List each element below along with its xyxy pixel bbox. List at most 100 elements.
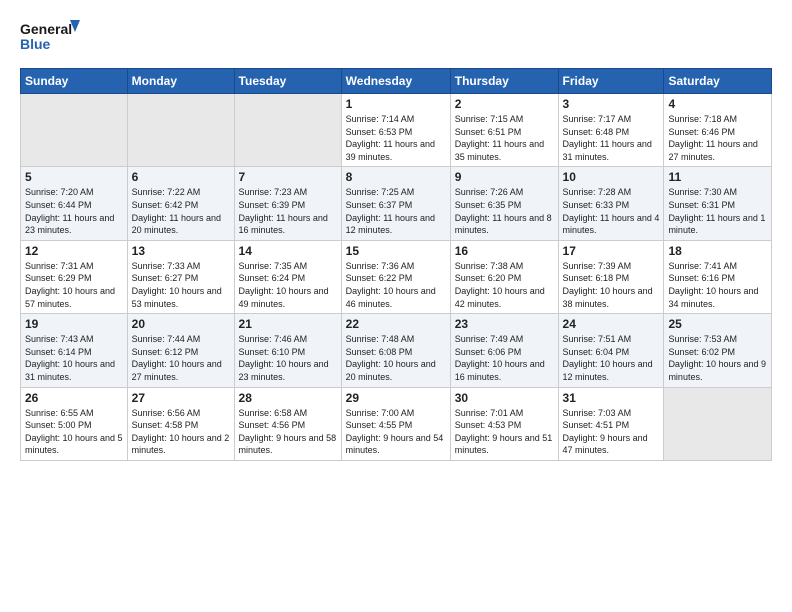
calendar-cell: 23Sunrise: 7:49 AM Sunset: 6:06 PM Dayli… bbox=[450, 314, 558, 387]
calendar-cell: 11 Sunrise: 7:30 AM Sunset: 6:31 PM Dayli… bbox=[664, 167, 772, 240]
cell-content: Sunrise: 7:53 AM Sunset: 6:02 PM Dayligh… bbox=[668, 333, 767, 383]
calendar-cell: 8 Sunrise: 7:25 AM Sunset: 6:37 PM Daylig… bbox=[341, 167, 450, 240]
day-number: 8 bbox=[346, 170, 446, 184]
svg-text:General: General bbox=[20, 21, 72, 37]
cell-content: Sunrise: 7:28 AM Sunset: 6:33 PM Dayligh… bbox=[563, 186, 660, 236]
cell-content: Sunrise: 7:46 AM Sunset: 6:10 PM Dayligh… bbox=[239, 333, 337, 383]
calendar-cell: 16 Sunrise: 7:38 AM Sunset: 6:20 PM Dayli… bbox=[450, 240, 558, 313]
day-number: 30 bbox=[455, 391, 554, 405]
calendar-cell: 12 Sunrise: 7:31 AM Sunset: 6:29 PM Dayli… bbox=[21, 240, 128, 313]
svg-text:Blue: Blue bbox=[20, 36, 51, 52]
calendar-cell: 14 Sunrise: 7:35 AM Sunset: 6:24 PM Dayli… bbox=[234, 240, 341, 313]
week-row-1: 1 Sunrise: 7:14 AM Sunset: 6:53 PM Daylig… bbox=[21, 94, 772, 167]
cell-content: Sunrise: 7:20 AM Sunset: 6:44 PM Dayligh… bbox=[25, 186, 123, 236]
cell-content: Sunrise: 7:35 AM Sunset: 6:24 PM Dayligh… bbox=[239, 260, 337, 310]
cell-content: Sunrise: 7:48 AM Sunset: 6:08 PM Dayligh… bbox=[346, 333, 446, 383]
cell-content: Sunrise: 7:00 AM Sunset: 4:55 PM Dayligh… bbox=[346, 407, 446, 457]
header: General Blue bbox=[20, 16, 772, 60]
calendar: SundayMondayTuesdayWednesdayThursdayFrid… bbox=[20, 68, 772, 461]
day-number: 17 bbox=[563, 244, 660, 258]
calendar-cell bbox=[127, 94, 234, 167]
week-row-3: 12 Sunrise: 7:31 AM Sunset: 6:29 PM Dayli… bbox=[21, 240, 772, 313]
weekday-header-thursday: Thursday bbox=[450, 69, 558, 94]
day-number: 29 bbox=[346, 391, 446, 405]
calendar-cell: 13 Sunrise: 7:33 AM Sunset: 6:27 PM Dayli… bbox=[127, 240, 234, 313]
cell-content: Sunrise: 7:15 AM Sunset: 6:51 PM Dayligh… bbox=[455, 113, 554, 163]
calendar-cell: 25Sunrise: 7:53 AM Sunset: 6:02 PM Dayli… bbox=[664, 314, 772, 387]
calendar-cell: 10 Sunrise: 7:28 AM Sunset: 6:33 PM Dayli… bbox=[558, 167, 664, 240]
cell-content: Sunrise: 7:33 AM Sunset: 6:27 PM Dayligh… bbox=[132, 260, 230, 310]
cell-content: Sunrise: 7:31 AM Sunset: 6:29 PM Dayligh… bbox=[25, 260, 123, 310]
cell-content: Sunrise: 6:58 AM Sunset: 4:56 PM Dayligh… bbox=[239, 407, 337, 457]
day-number: 2 bbox=[455, 97, 554, 111]
day-number: 21 bbox=[239, 317, 337, 331]
weekday-header-saturday: Saturday bbox=[664, 69, 772, 94]
calendar-cell: 3 Sunrise: 7:17 AM Sunset: 6:48 PM Daylig… bbox=[558, 94, 664, 167]
cell-content: Sunrise: 7:14 AM Sunset: 6:53 PM Dayligh… bbox=[346, 113, 446, 163]
cell-content: Sunrise: 6:56 AM Sunset: 4:58 PM Dayligh… bbox=[132, 407, 230, 457]
day-number: 14 bbox=[239, 244, 337, 258]
calendar-cell: 26 Sunrise: 6:55 AM Sunset: 5:00 PM Dayli… bbox=[21, 387, 128, 460]
weekday-header-tuesday: Tuesday bbox=[234, 69, 341, 94]
day-number: 3 bbox=[563, 97, 660, 111]
cell-content: Sunrise: 7:25 AM Sunset: 6:37 PM Dayligh… bbox=[346, 186, 446, 236]
cell-content: Sunrise: 7:38 AM Sunset: 6:20 PM Dayligh… bbox=[455, 260, 554, 310]
calendar-cell: 22Sunrise: 7:48 AM Sunset: 6:08 PM Dayli… bbox=[341, 314, 450, 387]
calendar-cell: 30Sunrise: 7:01 AM Sunset: 4:53 PM Dayli… bbox=[450, 387, 558, 460]
cell-content: Sunrise: 7:03 AM Sunset: 4:51 PM Dayligh… bbox=[563, 407, 660, 457]
day-number: 16 bbox=[455, 244, 554, 258]
calendar-cell: 5 Sunrise: 7:20 AM Sunset: 6:44 PM Daylig… bbox=[21, 167, 128, 240]
weekday-header-wednesday: Wednesday bbox=[341, 69, 450, 94]
weekday-header-sunday: Sunday bbox=[21, 69, 128, 94]
calendar-cell: 9Sunrise: 7:26 AM Sunset: 6:35 PM Daylig… bbox=[450, 167, 558, 240]
day-number: 18 bbox=[668, 244, 767, 258]
day-number: 7 bbox=[239, 170, 337, 184]
cell-content: Sunrise: 7:17 AM Sunset: 6:48 PM Dayligh… bbox=[563, 113, 660, 163]
day-number: 19 bbox=[25, 317, 123, 331]
calendar-cell: 2 Sunrise: 7:15 AM Sunset: 6:51 PM Daylig… bbox=[450, 94, 558, 167]
calendar-cell: 19 Sunrise: 7:43 AM Sunset: 6:14 PM Dayli… bbox=[21, 314, 128, 387]
cell-content: Sunrise: 7:51 AM Sunset: 6:04 PM Dayligh… bbox=[563, 333, 660, 383]
day-number: 27 bbox=[132, 391, 230, 405]
day-number: 12 bbox=[25, 244, 123, 258]
calendar-cell: 6Sunrise: 7:22 AM Sunset: 6:42 PM Daylig… bbox=[127, 167, 234, 240]
day-number: 26 bbox=[25, 391, 123, 405]
calendar-cell: 28 Sunrise: 6:58 AM Sunset: 4:56 PM Dayli… bbox=[234, 387, 341, 460]
calendar-cell: 29 Sunrise: 7:00 AM Sunset: 4:55 PM Dayli… bbox=[341, 387, 450, 460]
calendar-cell: 17 Sunrise: 7:39 AM Sunset: 6:18 PM Dayli… bbox=[558, 240, 664, 313]
cell-content: Sunrise: 7:30 AM Sunset: 6:31 PM Dayligh… bbox=[668, 186, 767, 236]
day-number: 11 bbox=[668, 170, 767, 184]
calendar-cell: 20 Sunrise: 7:44 AM Sunset: 6:12 PM Dayli… bbox=[127, 314, 234, 387]
cell-content: Sunrise: 7:36 AM Sunset: 6:22 PM Dayligh… bbox=[346, 260, 446, 310]
calendar-cell: 15 Sunrise: 7:36 AM Sunset: 6:22 PM Dayli… bbox=[341, 240, 450, 313]
calendar-cell bbox=[664, 387, 772, 460]
calendar-cell: 24Sunrise: 7:51 AM Sunset: 6:04 PM Dayli… bbox=[558, 314, 664, 387]
weekday-header-monday: Monday bbox=[127, 69, 234, 94]
page: General Blue SundayMondayTuesdayWednesda… bbox=[0, 0, 792, 612]
logo: General Blue bbox=[20, 16, 80, 60]
calendar-cell: 4Sunrise: 7:18 AM Sunset: 6:46 PM Daylig… bbox=[664, 94, 772, 167]
week-row-5: 26 Sunrise: 6:55 AM Sunset: 5:00 PM Dayli… bbox=[21, 387, 772, 460]
logo-svg: General Blue bbox=[20, 16, 80, 60]
week-row-2: 5 Sunrise: 7:20 AM Sunset: 6:44 PM Daylig… bbox=[21, 167, 772, 240]
cell-content: Sunrise: 7:43 AM Sunset: 6:14 PM Dayligh… bbox=[25, 333, 123, 383]
day-number: 15 bbox=[346, 244, 446, 258]
cell-content: Sunrise: 7:49 AM Sunset: 6:06 PM Dayligh… bbox=[455, 333, 554, 383]
day-number: 4 bbox=[668, 97, 767, 111]
day-number: 20 bbox=[132, 317, 230, 331]
cell-content: Sunrise: 6:55 AM Sunset: 5:00 PM Dayligh… bbox=[25, 407, 123, 457]
day-number: 28 bbox=[239, 391, 337, 405]
day-number: 5 bbox=[25, 170, 123, 184]
day-number: 31 bbox=[563, 391, 660, 405]
day-number: 6 bbox=[132, 170, 230, 184]
cell-content: Sunrise: 7:39 AM Sunset: 6:18 PM Dayligh… bbox=[563, 260, 660, 310]
day-number: 9 bbox=[455, 170, 554, 184]
weekday-header-row: SundayMondayTuesdayWednesdayThursdayFrid… bbox=[21, 69, 772, 94]
calendar-cell: 18Sunrise: 7:41 AM Sunset: 6:16 PM Dayli… bbox=[664, 240, 772, 313]
day-number: 13 bbox=[132, 244, 230, 258]
calendar-cell: 31 Sunrise: 7:03 AM Sunset: 4:51 PM Dayli… bbox=[558, 387, 664, 460]
calendar-cell: 1 Sunrise: 7:14 AM Sunset: 6:53 PM Daylig… bbox=[341, 94, 450, 167]
day-number: 10 bbox=[563, 170, 660, 184]
cell-content: Sunrise: 7:44 AM Sunset: 6:12 PM Dayligh… bbox=[132, 333, 230, 383]
day-number: 1 bbox=[346, 97, 446, 111]
